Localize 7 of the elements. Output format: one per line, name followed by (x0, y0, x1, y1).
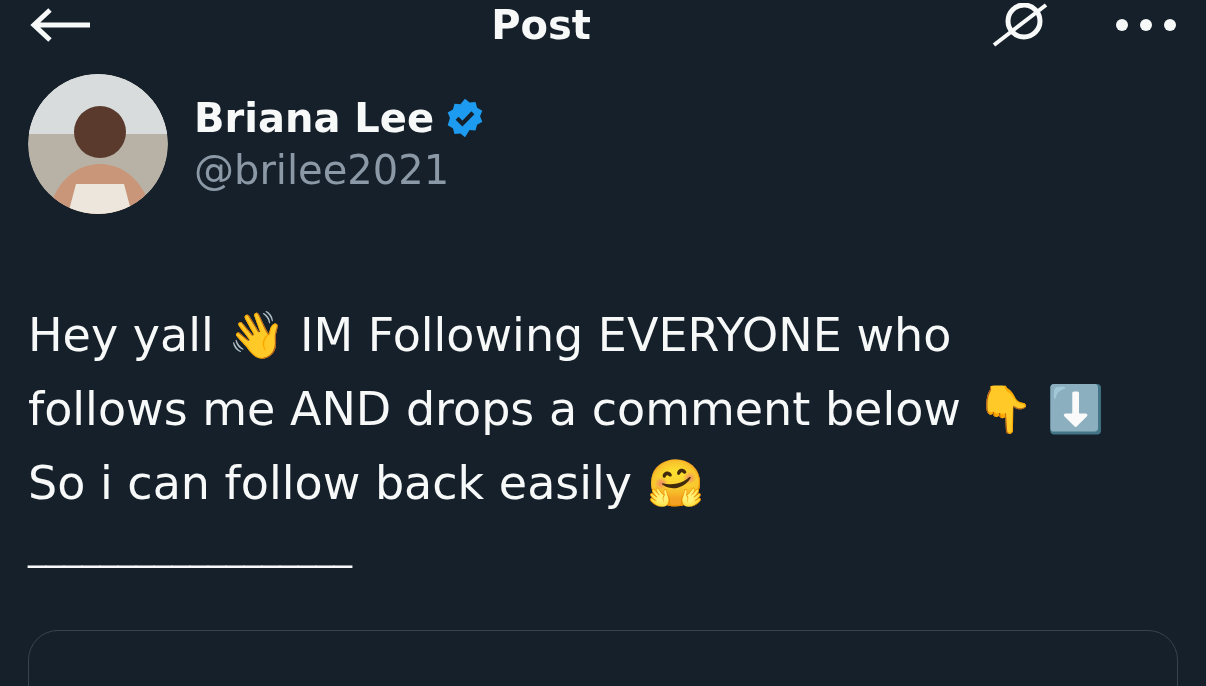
author-name[interactable]: Briana Lee (194, 95, 435, 141)
author-handle[interactable]: @brilee2021 (194, 147, 487, 193)
separator-line: __________________ (28, 526, 354, 570)
back-arrow-icon[interactable] (28, 8, 92, 42)
more-icon[interactable] (1114, 18, 1178, 32)
page-title: Post (491, 2, 591, 48)
post-text: Hey yall 👋 IM Following EVERYONE who follows me AND drops a comment below 👇 ⬇ So i can follow back easily 🤗 (28, 307, 1106, 512)
